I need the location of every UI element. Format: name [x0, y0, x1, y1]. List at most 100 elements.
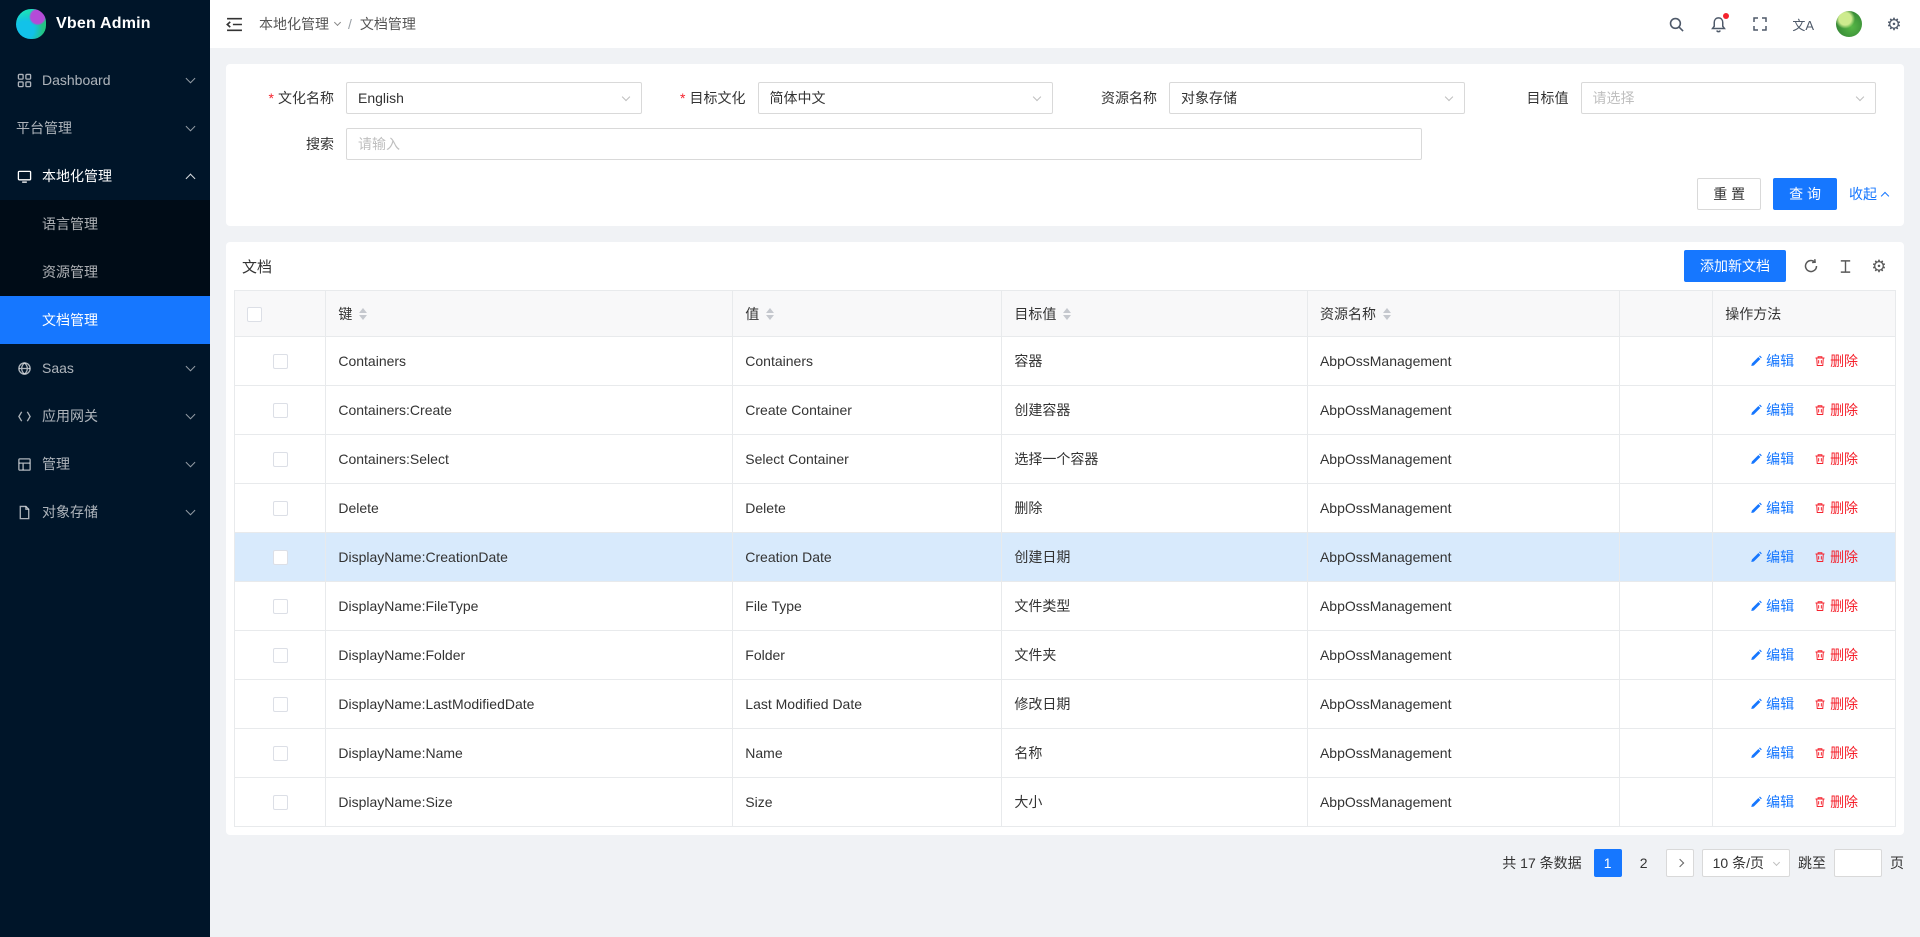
sort-icons[interactable]: [1383, 308, 1391, 320]
settings-gear-icon[interactable]: ⚙: [1884, 14, 1904, 34]
row-checkbox[interactable]: [273, 599, 288, 614]
sidebar-menu: Dashboard 平台管理 本地化管理 语言管理 资源管理: [0, 48, 210, 937]
edit-button[interactable]: 编辑: [1750, 645, 1794, 665]
field-target-value: 目标值 请选择: [1477, 82, 1889, 114]
page-button-2[interactable]: 2: [1630, 849, 1658, 877]
sidebar-item-label: Saas: [42, 360, 187, 376]
delete-button[interactable]: 删除: [1814, 743, 1858, 763]
cell-resource-name: AbpOssManagement: [1307, 337, 1619, 386]
fullscreen-icon[interactable]: [1750, 14, 1770, 34]
row-checkbox[interactable]: [273, 403, 288, 418]
edit-button[interactable]: 编辑: [1750, 498, 1794, 518]
chevron-down-icon: [186, 362, 196, 372]
sidebar-item-object-storage[interactable]: 对象存储: [0, 488, 210, 536]
cell-target-value: 文件夹: [1002, 631, 1308, 680]
sidebar-item-localization[interactable]: 本地化管理: [0, 152, 210, 200]
refresh-icon[interactable]: [1802, 257, 1820, 275]
notification-bell-icon[interactable]: [1708, 14, 1728, 34]
sidebar-item-management[interactable]: 管理: [0, 440, 210, 488]
cell-key: DisplayName:Folder: [326, 631, 733, 680]
edit-button[interactable]: 编辑: [1750, 547, 1794, 567]
row-checkbox[interactable]: [273, 648, 288, 663]
delete-button[interactable]: 删除: [1814, 400, 1858, 420]
cell-resource-name: AbpOssManagement: [1307, 680, 1619, 729]
column-settings-gear-icon[interactable]: ⚙: [1870, 257, 1888, 275]
user-avatar[interactable]: [1836, 11, 1862, 37]
delete-button[interactable]: 删除: [1814, 547, 1858, 567]
target-culture-select[interactable]: 简体中文: [758, 82, 1054, 114]
translate-icon[interactable]: 文A: [1792, 14, 1814, 34]
chevron-down-icon: [186, 506, 196, 516]
field-label: *目标文化: [654, 88, 746, 108]
reset-button[interactable]: 重 置: [1697, 178, 1761, 210]
row-checkbox[interactable]: [273, 452, 288, 467]
sidebar-item-language-management[interactable]: 语言管理: [0, 200, 210, 248]
delete-button[interactable]: 删除: [1814, 792, 1858, 812]
edit-button[interactable]: 编辑: [1750, 400, 1794, 420]
page-size-select[interactable]: 10 条/页: [1702, 849, 1790, 877]
row-checkbox[interactable]: [273, 697, 288, 712]
sidebar-item-resource-management[interactable]: 资源管理: [0, 248, 210, 296]
cell-spacer: [1620, 582, 1713, 631]
cell-key: Containers: [326, 337, 733, 386]
sidebar-item-dashboard[interactable]: Dashboard: [0, 56, 210, 104]
select-all-checkbox[interactable]: [247, 307, 262, 322]
row-checkbox[interactable]: [273, 746, 288, 761]
row-checkbox[interactable]: [273, 550, 288, 565]
delete-button[interactable]: 删除: [1814, 449, 1858, 469]
sidebar-item-saas[interactable]: Saas: [0, 344, 210, 392]
edit-button[interactable]: 编辑: [1750, 596, 1794, 616]
next-page-button[interactable]: [1666, 849, 1694, 877]
breadcrumb-separator: /: [348, 16, 352, 32]
app-logo[interactable]: Vben Admin: [0, 0, 210, 48]
table-row: Containers:Create Create Container 创建容器 …: [235, 386, 1896, 435]
search-icon[interactable]: [1666, 14, 1686, 34]
chevron-down-icon: [186, 122, 196, 132]
sidebar-item-document-management[interactable]: 文档管理: [0, 296, 210, 344]
edit-button[interactable]: 编辑: [1750, 449, 1794, 469]
target-value-select[interactable]: 请选择: [1581, 82, 1877, 114]
edit-button[interactable]: 编辑: [1750, 792, 1794, 812]
sort-icons[interactable]: [1063, 308, 1071, 320]
search-input[interactable]: [346, 128, 1422, 160]
chevron-down-icon: [1444, 92, 1452, 100]
add-document-button[interactable]: 添加新文档: [1684, 250, 1786, 282]
breadcrumb-item-localization[interactable]: 本地化管理: [259, 14, 340, 34]
row-checkbox[interactable]: [273, 354, 288, 369]
delete-button[interactable]: 删除: [1814, 351, 1858, 371]
delete-button[interactable]: 删除: [1814, 694, 1858, 714]
page-button-1[interactable]: 1: [1594, 849, 1622, 877]
resource-name-select[interactable]: 对象存储: [1169, 82, 1465, 114]
jump-page-input[interactable]: [1834, 849, 1882, 877]
culture-name-select[interactable]: English: [346, 82, 642, 114]
column-height-icon[interactable]: [1836, 257, 1854, 275]
sidebar-fold-icon[interactable]: [226, 16, 243, 33]
sidebar-item-gateway[interactable]: 应用网关: [0, 392, 210, 440]
delete-button[interactable]: 删除: [1814, 498, 1858, 518]
sort-icons[interactable]: [359, 308, 367, 320]
sidebar-item-platform[interactable]: 平台管理: [0, 104, 210, 152]
delete-button[interactable]: 删除: [1814, 645, 1858, 665]
row-checkbox[interactable]: [273, 795, 288, 810]
sidebar: Vben Admin Dashboard 平台管理 本地化管理: [0, 0, 210, 937]
chevron-down-icon: [186, 74, 196, 84]
filter-actions: 重 置 查 询 收起: [242, 178, 1888, 210]
cell-resource-name: AbpOssManagement: [1307, 582, 1619, 631]
breadcrumb-item-document[interactable]: 文档管理: [360, 14, 416, 34]
breadcrumb: 本地化管理 / 文档管理: [259, 14, 416, 34]
sort-icons[interactable]: [766, 308, 774, 320]
field-search: 搜索: [242, 128, 1477, 160]
delete-button[interactable]: 删除: [1814, 596, 1858, 616]
edit-button[interactable]: 编辑: [1750, 743, 1794, 763]
edit-button[interactable]: 编辑: [1750, 351, 1794, 371]
cell-spacer: [1620, 386, 1713, 435]
chevron-up-icon: [1881, 192, 1889, 200]
localization-icon: [16, 168, 32, 184]
edit-button[interactable]: 编辑: [1750, 694, 1794, 714]
collapse-toggle[interactable]: 收起: [1849, 184, 1888, 204]
cell-value: Name: [733, 729, 1002, 778]
cell-key: DisplayName:LastModifiedDate: [326, 680, 733, 729]
query-button[interactable]: 查 询: [1773, 178, 1837, 210]
sidebar-item-label: Dashboard: [42, 72, 187, 88]
row-checkbox[interactable]: [273, 501, 288, 516]
